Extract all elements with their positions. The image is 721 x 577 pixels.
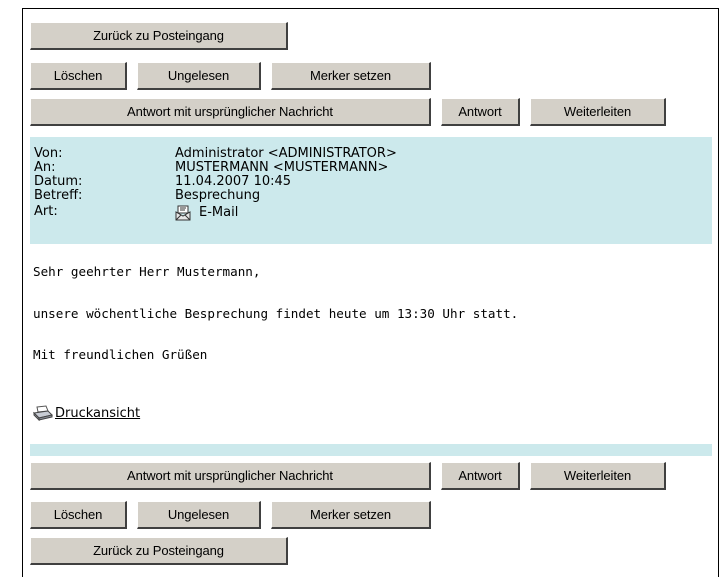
reply-with-original-button[interactable]: Antwort mit ursprünglicher Nachricht	[30, 98, 431, 126]
date-label: Datum:	[34, 174, 83, 189]
forward-button-bottom[interactable]: Weiterleiten	[530, 462, 666, 490]
message-closing: Mit freundlichen Grüßen	[33, 347, 208, 362]
type-value: E-Mail	[199, 205, 239, 220]
back-to-inbox-button[interactable]: Zurück zu Posteingang	[30, 22, 288, 50]
forward-button[interactable]: Weiterleiten	[530, 98, 666, 126]
mark-unread-button-bottom[interactable]: Ungelesen	[137, 501, 261, 529]
mark-unread-button[interactable]: Ungelesen	[137, 62, 261, 90]
from-label: Von:	[34, 146, 63, 161]
printer-icon	[33, 405, 53, 421]
reply-button-bottom[interactable]: Antwort	[441, 462, 520, 490]
reply-with-original-button-bottom[interactable]: Antwort mit ursprünglicher Nachricht	[30, 462, 431, 490]
set-flag-button[interactable]: Merker setzen	[271, 62, 431, 90]
date-value: 11.04.2007 10:45	[175, 174, 292, 189]
print-view-link[interactable]: Druckansicht	[33, 403, 140, 423]
delete-button-bottom[interactable]: Löschen	[30, 501, 127, 529]
mail-view-frame	[22, 8, 719, 577]
email-envelope-icon	[175, 205, 192, 221]
subject-value: Besprechung	[175, 188, 261, 203]
message-body: unsere wöchentliche Besprechung findet h…	[33, 306, 519, 321]
back-to-inbox-button-bottom[interactable]: Zurück zu Posteingang	[30, 537, 288, 565]
footer-separator	[30, 444, 712, 456]
print-view-label[interactable]: Druckansicht	[55, 406, 140, 421]
type-label: Art:	[34, 204, 58, 219]
to-label: An:	[34, 160, 56, 175]
set-flag-button-bottom[interactable]: Merker setzen	[271, 501, 431, 529]
from-value: Administrator <ADMINISTRATOR>	[175, 146, 397, 161]
delete-button[interactable]: Löschen	[30, 62, 127, 90]
type-value-wrap: E-Mail	[175, 205, 238, 221]
message-greeting: Sehr geehrter Herr Mustermann,	[33, 264, 261, 279]
reply-button[interactable]: Antwort	[441, 98, 520, 126]
subject-label: Betreff:	[34, 188, 83, 203]
to-value: MUSTERMANN <MUSTERMANN>	[175, 160, 389, 175]
message-header: Von: Administrator <ADMINISTRATOR> An: M…	[30, 137, 712, 244]
